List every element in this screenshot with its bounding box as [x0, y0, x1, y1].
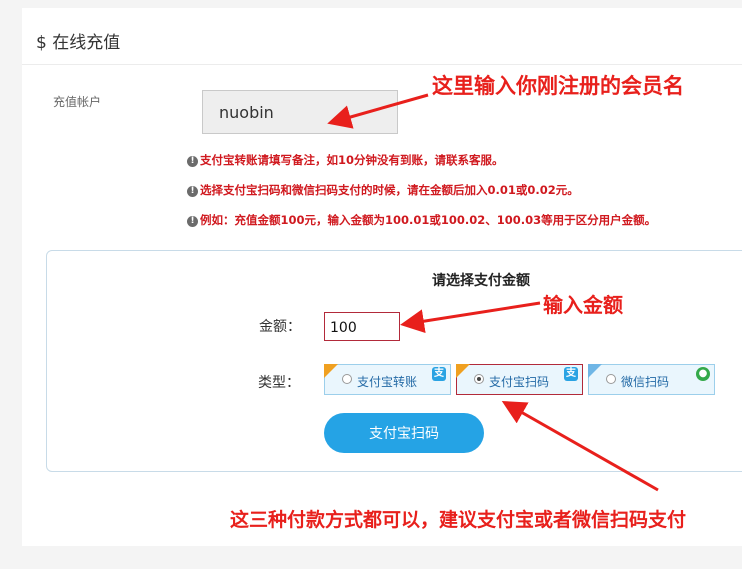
new-badge-icon — [588, 364, 602, 378]
page-title: $ 在线充值 — [36, 33, 121, 53]
option-label: 微信扫码 — [621, 375, 670, 389]
radio-button[interactable] — [474, 374, 484, 384]
radio-button[interactable] — [606, 374, 616, 384]
radio-button[interactable] — [342, 374, 352, 384]
new-badge-icon — [456, 364, 470, 378]
pay-option-wechat-scan[interactable]: 微信扫码 ● — [588, 364, 715, 395]
account-label: 充值帐户 — [53, 95, 102, 109]
panel-header: $ 在线充值 — [22, 8, 742, 65]
payment-heading: 请选择支付金额 — [432, 273, 530, 289]
notice-1: ! 支付宝转账请填写备注，如10分钟没有到账，请联系客服。 — [187, 152, 504, 168]
amount-input[interactable] — [324, 312, 400, 341]
type-label: 类型： — [258, 375, 300, 391]
notice-3: ! 例如：充值金额100元，输入金额为100.01或100.02、100.03等用… — [187, 212, 656, 228]
annotation-method-hint: 这三种付款方式都可以，建议支付宝或者微信扫码支付 — [230, 509, 687, 531]
pay-option-alipay-scan[interactable]: 支付宝扫码 支 — [456, 364, 583, 395]
notice-2: ! 选择支付宝扫码和微信扫码支付的时候，请在金额后加入0.01或0.02元。 — [187, 182, 579, 198]
alert-icon: ! — [187, 156, 198, 167]
notice-text: 例如：充值金额100元，输入金额为100.01或100.02、100.03等用于… — [200, 213, 657, 227]
option-label: 支付宝转账 — [357, 375, 418, 389]
annotation-account-hint: 这里输入你刚注册的会员名 — [432, 74, 684, 98]
account-input[interactable] — [202, 90, 398, 134]
notice-text: 支付宝转账请填写备注，如10分钟没有到账，请联系客服。 — [200, 153, 504, 167]
new-badge-icon — [324, 364, 338, 378]
alipay-icon: 支 — [564, 367, 578, 381]
alipay-icon: 支 — [432, 367, 446, 381]
alert-icon: ! — [187, 216, 198, 227]
amount-label: 金额： — [259, 319, 301, 335]
notice-text: 选择支付宝扫码和微信扫码支付的时候，请在金额后加入0.01或0.02元。 — [200, 183, 579, 197]
wechat-icon: ● — [696, 367, 710, 381]
alert-icon: ! — [187, 186, 198, 197]
annotation-amount-hint: 输入金额 — [543, 293, 623, 317]
pay-option-alipay-transfer[interactable]: 支付宝转账 支 — [324, 364, 451, 395]
option-label: 支付宝扫码 — [489, 375, 550, 389]
submit-button[interactable]: 支付宝扫码 — [324, 413, 484, 453]
